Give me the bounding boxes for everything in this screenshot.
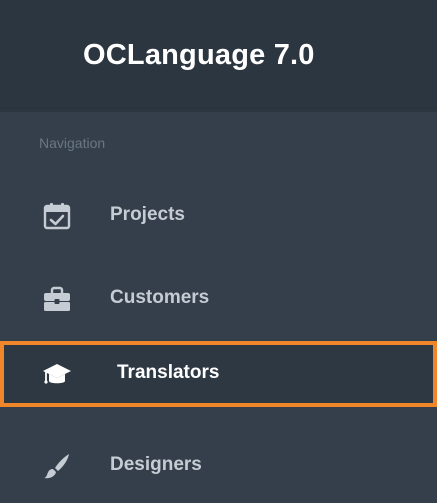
briefcase-icon	[42, 285, 72, 313]
app-title[interactable]: OCLanguage 7.0	[83, 39, 315, 72]
sidebar-item-designers[interactable]: Designers	[0, 433, 437, 499]
sidebar-item-translators[interactable]: Translators	[0, 341, 437, 407]
sidebar-item-label: Projects	[110, 204, 185, 225]
sidebar-item-customers[interactable]: Customers	[0, 266, 437, 332]
sidebar-item-label: Translators	[117, 362, 220, 383]
sidebar-item-label: Customers	[110, 287, 210, 308]
header-divider	[0, 108, 437, 109]
sidebar: OCLanguage 7.0 Navigation Projects Custo…	[0, 0, 437, 503]
paintbrush-icon	[42, 452, 72, 480]
graduation-cap-icon	[42, 360, 72, 388]
brand-header: OCLanguage 7.0	[0, 0, 437, 112]
calendar-check-icon	[42, 202, 72, 230]
navigation-heading: Navigation	[39, 135, 106, 151]
sidebar-item-label: Designers	[110, 454, 202, 475]
sidebar-item-projects[interactable]: Projects	[0, 183, 437, 249]
